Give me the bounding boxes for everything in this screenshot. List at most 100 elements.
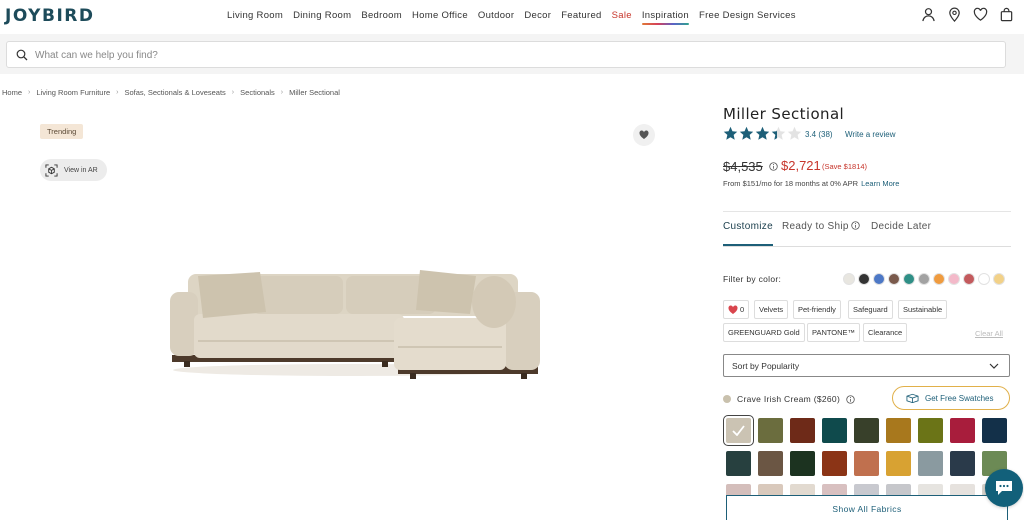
breadcrumb-sofas[interactable]: Sofas, Sectionals & Loveseats [124,88,225,97]
search-box[interactable] [6,41,1006,68]
rating-value: 3.4 [805,130,817,139]
color-filter-dot[interactable] [948,273,960,285]
info-icon[interactable] [846,394,855,404]
original-price: $4,535 [723,159,763,174]
breadcrumb-living-room-furniture[interactable]: Living Room Furniture [36,88,110,97]
fabric-swatch[interactable] [950,451,975,476]
header-icons [921,7,1014,22]
fabric-swatch[interactable] [982,418,1007,443]
fabric-swatch[interactable] [886,418,911,443]
fabric-swatch[interactable] [918,451,943,476]
color-filter-dots [843,273,1005,285]
color-filter-dot[interactable] [903,273,915,285]
view-in-ar-button[interactable]: View in AR [40,159,107,181]
star-icon [755,126,770,140]
nav-free-design-services[interactable]: Free Design Services [699,10,796,21]
nav-decor[interactable]: Decor [524,10,551,21]
nav-bedroom[interactable]: Bedroom [361,10,402,21]
fabric-swatch[interactable] [723,415,754,446]
fabric-swatch[interactable] [854,418,879,443]
star-icon [787,126,802,140]
fabric-swatch[interactable] [790,418,815,443]
tab-decide-later[interactable]: Decide Later [871,221,931,232]
selected-fabric-dot [723,395,731,403]
nav-home-office[interactable]: Home Office [412,10,468,21]
joybird-logo[interactable]: JOYBIRD [5,6,94,26]
color-filter-dot[interactable] [933,273,945,285]
rating-summary[interactable]: 3.4 (38) [805,130,833,139]
tab-customize[interactable]: Customize [723,221,773,246]
star-icon [723,126,738,140]
nav-dining-room[interactable]: Dining Room [293,10,351,21]
color-filter-dot[interactable] [888,273,900,285]
chip-greenguard-gold[interactable]: GREENGUARD Gold [723,323,805,342]
tab-ready-to-ship[interactable]: Ready to Ship [782,221,860,232]
nav-inspiration[interactable]: Inspiration [641,10,690,25]
trending-badge: Trending [40,124,84,139]
nav-outdoor[interactable]: Outdoor [478,10,514,21]
fabric-swatch[interactable] [790,451,815,476]
chevron-down-icon [989,363,999,369]
location-icon[interactable] [947,7,962,22]
wishlist-heart-icon[interactable] [973,7,988,22]
heart-icon [639,130,649,139]
chip-velvets[interactable]: Velvets [754,300,789,319]
chip-safeguard[interactable]: Safeguard [848,300,893,319]
fabric-swatch[interactable] [822,418,847,443]
nav-featured[interactable]: Featured [561,10,601,21]
rating-stars[interactable] [723,126,802,141]
chevron-right-icon: › [28,89,31,96]
chip-sustainable[interactable]: Sustainable [898,300,948,319]
clear-all-link[interactable]: Clear All [975,329,1003,338]
breadcrumb-home[interactable]: Home [2,88,22,97]
nav-sale[interactable]: Sale [612,10,632,21]
selected-fabric: Crave Irish Cream ($260) [723,394,855,404]
account-icon[interactable] [921,7,936,22]
chip-clearance[interactable]: Clearance [863,323,908,342]
color-filter-dot[interactable] [993,273,1005,285]
swatch-box-icon [906,393,919,403]
color-filter-dot[interactable] [873,273,885,285]
fabric-swatch[interactable] [758,451,783,476]
financing-line: From $151/mo for 18 months at 0% APR Lear… [723,179,899,188]
color-filter-dot[interactable] [978,273,990,285]
chat-button[interactable] [985,469,1023,507]
sort-dropdown[interactable]: Sort by Popularity [723,354,1010,377]
breadcrumb-sectionals[interactable]: Sectionals [240,88,275,97]
chat-bubble-icon [996,481,1012,495]
breadcrumb-current: Miller Sectional [289,88,340,97]
fabric-swatch[interactable] [886,451,911,476]
chip-pantone[interactable]: PANTONE™ [807,323,861,342]
fabric-swatch[interactable] [950,418,975,443]
chip-favorites[interactable]: 0 [723,300,750,319]
write-review-link[interactable]: Write a review [845,130,896,139]
fabric-swatch[interactable] [758,418,783,443]
top-header: JOYBIRD Living Room Dining Room Bedroom … [0,0,1024,34]
chip-favorites-count: 0 [740,305,745,314]
filter-by-color-label: Filter by color: [723,274,782,284]
search-input[interactable] [35,46,935,64]
chip-pet-friendly[interactable]: Pet-friendly [793,300,841,319]
show-all-fabrics-button[interactable]: Show All Fabrics [726,495,1008,520]
star-icon [771,126,786,140]
color-filter-dot[interactable] [843,273,855,285]
fabric-swatch[interactable] [854,451,879,476]
favorite-button[interactable] [633,124,655,146]
color-filter-dot[interactable] [918,273,930,285]
product-image-sofa[interactable] [158,262,548,384]
fabric-swatch[interactable] [726,451,751,476]
info-icon [851,221,860,230]
learn-more-link[interactable]: Learn More [861,179,899,188]
get-free-swatches-button[interactable]: Get Free Swatches [892,386,1010,410]
fabric-swatch[interactable] [822,451,847,476]
breadcrumb: Home › Living Room Furniture › Sofas, Se… [2,88,340,97]
nav-living-room[interactable]: Living Room [227,10,283,21]
heart-icon [728,304,738,314]
color-filter-dot[interactable] [858,273,870,285]
tab-ready-to-ship-label: Ready to Ship [782,221,849,232]
color-filter-dot[interactable] [963,273,975,285]
chevron-right-icon: › [116,89,119,96]
fabric-swatch[interactable] [918,418,943,443]
cart-bag-icon[interactable] [999,7,1014,22]
info-icon[interactable] [769,162,778,171]
